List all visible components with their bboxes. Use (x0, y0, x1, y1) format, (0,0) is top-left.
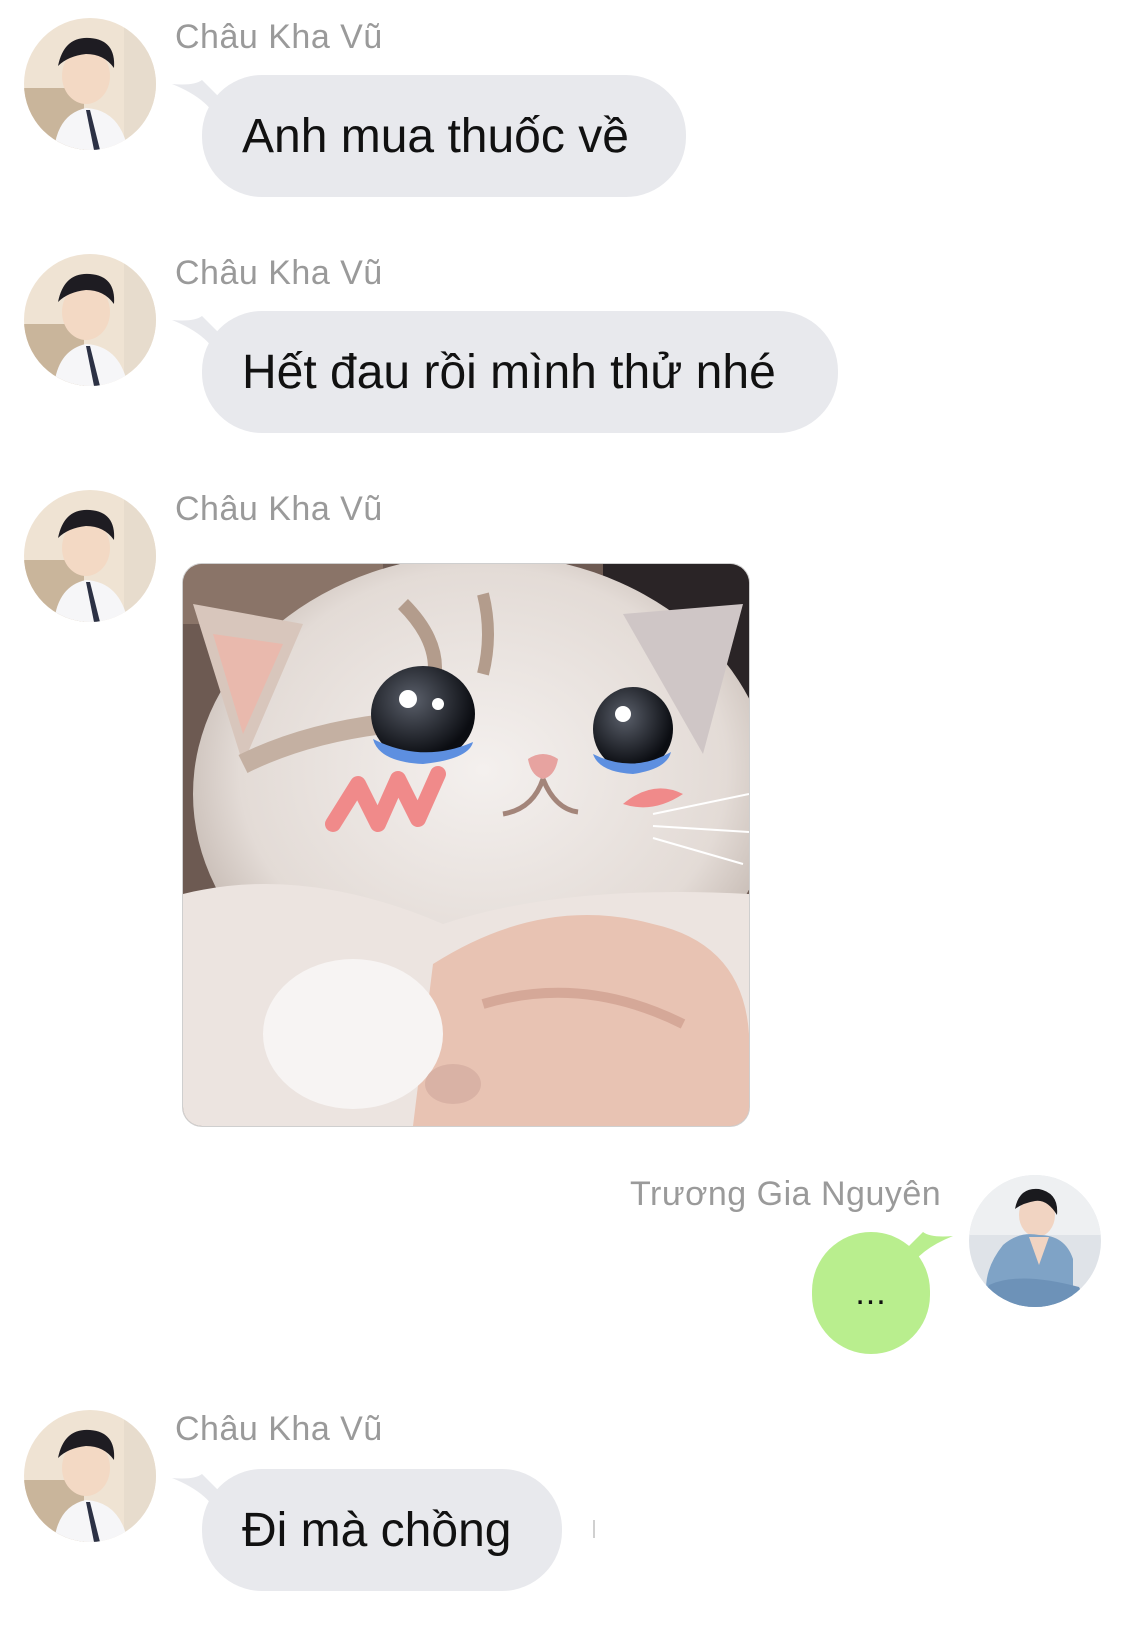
message-bubble[interactable]: Đi mà chồng (202, 1469, 562, 1591)
avatar[interactable] (969, 1175, 1101, 1307)
sender-name: Châu Kha Vũ (175, 1410, 383, 1448)
avatar[interactable] (24, 254, 156, 386)
crying-cat-image[interactable] (182, 563, 750, 1127)
sender-name: Châu Kha Vũ (175, 18, 383, 56)
sender-name: Châu Kha Vũ (175, 254, 383, 292)
message-bubble[interactable]: Hết đau rồi mình thử nhé (202, 311, 838, 433)
sender-name: Châu Kha Vũ (175, 490, 383, 528)
avatar[interactable] (24, 1410, 156, 1542)
message-bubble[interactable]: ... (812, 1232, 930, 1354)
avatar[interactable] (24, 18, 156, 150)
sender-name: Trương Gia Nguyên (630, 1175, 942, 1213)
avatar[interactable] (24, 490, 156, 622)
text-cursor (593, 1520, 595, 1538)
message-bubble[interactable]: Anh mua thuốc về (202, 75, 686, 197)
